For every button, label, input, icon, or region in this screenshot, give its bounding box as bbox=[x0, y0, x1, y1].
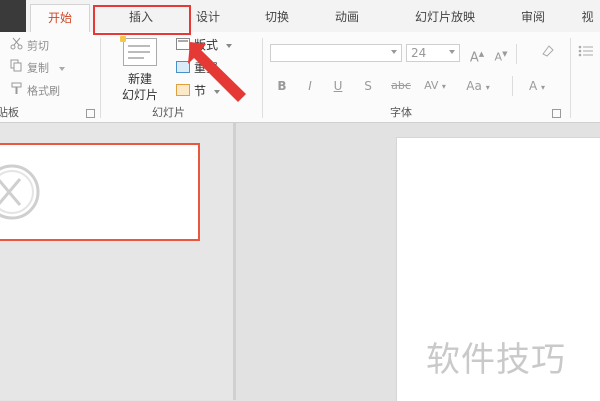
cut-label: 剪切 bbox=[27, 39, 49, 53]
shadow-button[interactable]: S bbox=[358, 76, 378, 96]
italic-button[interactable]: I bbox=[300, 76, 320, 96]
format-painter-label: 格式刷 bbox=[27, 84, 60, 98]
tab-design[interactable]: 设计 bbox=[188, 4, 228, 30]
tab-animations[interactable]: 动画 bbox=[318, 4, 376, 30]
char-spacing-label: AV bbox=[424, 79, 439, 92]
shrink-font-button[interactable]: A▼ bbox=[490, 44, 512, 64]
group-divider bbox=[570, 38, 571, 118]
ribbon-home: 剪切 复制 格式刷 剪贴板 新建 幻灯片 版式 重置 bbox=[0, 32, 600, 123]
new-slide-label-line1: 新建 bbox=[127, 72, 152, 86]
close-circle-icon bbox=[0, 164, 40, 220]
tab-review[interactable]: 审阅 bbox=[505, 4, 561, 30]
tab-home[interactable]: 开始 bbox=[30, 4, 90, 33]
tab-slideshow[interactable]: 幻灯片放映 bbox=[390, 4, 500, 30]
slide-thumbnail-pane bbox=[0, 123, 233, 400]
highlight-box bbox=[93, 5, 191, 35]
tab-view[interactable]: 视 bbox=[575, 4, 600, 30]
new-slide-icon bbox=[120, 36, 157, 66]
bullet-list-icon bbox=[578, 45, 593, 57]
clear-format-button[interactable] bbox=[536, 44, 560, 64]
tab-transitions[interactable]: 切换 bbox=[248, 4, 306, 30]
scissors-icon bbox=[10, 37, 23, 56]
grow-font-button[interactable]: A▲ bbox=[466, 44, 488, 65]
underline-button[interactable]: U bbox=[328, 76, 348, 96]
group-divider bbox=[262, 38, 263, 118]
copy-button[interactable]: 复制 bbox=[10, 59, 65, 77]
clipboard-launcher-icon[interactable] bbox=[86, 109, 95, 118]
ribbon-tab-bar: 开始 插入 设计 切换 动画 幻灯片放映 审阅 视 bbox=[0, 0, 600, 33]
font-size-input[interactable]: 24 bbox=[406, 44, 460, 62]
copy-icon bbox=[10, 59, 23, 78]
cut-button[interactable]: 剪切 bbox=[10, 37, 49, 55]
change-case-label: Aa bbox=[466, 79, 482, 93]
font-divider bbox=[512, 76, 513, 96]
chevron-down-icon bbox=[449, 50, 455, 54]
clipboard-group-label: 剪贴板 bbox=[0, 106, 19, 119]
brush-icon bbox=[10, 82, 23, 101]
slide-thumbnail[interactable] bbox=[0, 143, 200, 241]
copy-label: 复制 bbox=[27, 61, 49, 75]
bold-button[interactable]: B bbox=[272, 76, 292, 96]
font-group-label: 字体 bbox=[390, 106, 412, 119]
eraser-icon bbox=[542, 45, 554, 57]
strikethrough-button[interactable]: abc bbox=[386, 76, 416, 96]
font-name-input[interactable] bbox=[270, 44, 402, 62]
font-color-label: A bbox=[528, 79, 538, 93]
font-size-value: 24 bbox=[411, 46, 427, 60]
paragraph-list-button[interactable] bbox=[578, 44, 594, 62]
watermark-text: 软件技巧 bbox=[426, 340, 566, 380]
new-slide-label-line2: 幻灯片 bbox=[121, 88, 158, 102]
format-painter-button[interactable]: 格式刷 bbox=[10, 82, 60, 100]
font-color-button[interactable]: A ▾ bbox=[522, 76, 552, 96]
group-divider bbox=[100, 38, 101, 118]
char-spacing-button[interactable]: AV ▾ bbox=[420, 76, 450, 96]
file-tab-corner[interactable] bbox=[0, 0, 26, 32]
chevron-down-icon[interactable] bbox=[58, 66, 65, 71]
chevron-down-icon bbox=[391, 50, 397, 54]
change-case-button[interactable]: Aa ▾ bbox=[460, 76, 496, 96]
new-slide-button[interactable]: 新建 幻灯片 bbox=[114, 36, 166, 102]
font-launcher-icon[interactable] bbox=[552, 109, 561, 118]
font-divider bbox=[516, 44, 517, 64]
red-arrow-icon bbox=[188, 42, 246, 102]
